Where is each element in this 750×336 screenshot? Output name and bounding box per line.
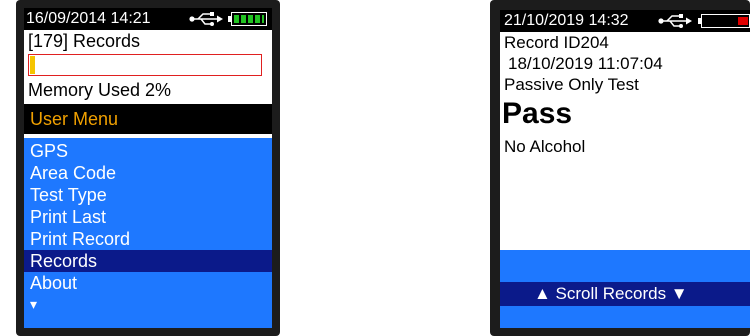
scroll-records-bar[interactable]: ▲ Scroll Records ▼ xyxy=(500,282,750,306)
status-bar: 16/09/2014 14:21 xyxy=(24,8,272,30)
memory-used-label: Memory Used 2% xyxy=(28,80,172,100)
battery-low-icon xyxy=(698,14,750,28)
memory-usage-fill xyxy=(30,56,35,74)
footer-bar: ▲ Scroll Records ▼ xyxy=(500,250,750,328)
record-datetime: 18/10/2019 11:07:04 xyxy=(508,54,663,73)
test-type: Passive Only Test xyxy=(504,75,639,94)
menu-item-records[interactable]: Records xyxy=(24,250,272,272)
user-menu-title: User Menu xyxy=(30,109,119,129)
status-bar: 21/10/2019 14:32 xyxy=(500,10,750,32)
menu-item-about[interactable]: About xyxy=(24,272,272,294)
memory-usage-bar xyxy=(28,54,262,76)
menu-item-print-record[interactable]: Print Record xyxy=(24,228,272,250)
left-device: 16/09/2014 14:21 [179] Records Memory Us… xyxy=(16,0,280,336)
left-screen: 16/09/2014 14:21 [179] Records Memory Us… xyxy=(24,8,272,328)
menu-item-area-code[interactable]: Area Code xyxy=(24,162,272,184)
menu-item-print-last[interactable]: Print Last xyxy=(24,206,272,228)
status-datetime: 16/09/2014 14:21 xyxy=(26,10,151,27)
user-menu-header: User Menu xyxy=(24,104,272,134)
usb-icon xyxy=(189,12,223,26)
right-device: 21/10/2019 14:32 Record ID204 18/10/2019… xyxy=(490,0,750,336)
scroll-records-label[interactable]: ▲ Scroll Records ▼ xyxy=(534,284,688,304)
user-menu-list: GPS Area Code Test Type Print Last Print… xyxy=(24,138,272,328)
battery-full-icon xyxy=(228,12,268,26)
menu-item-test-type[interactable]: Test Type xyxy=(24,184,272,206)
status-datetime: 21/10/2019 14:32 xyxy=(504,12,629,29)
menu-item-gps[interactable]: GPS xyxy=(24,140,272,162)
records-count: [179] Records xyxy=(28,31,141,51)
result-detail: No Alcohol xyxy=(504,137,586,156)
right-screen: 21/10/2019 14:32 Record ID204 18/10/2019… xyxy=(500,10,750,328)
more-items-indicator[interactable]: ▾ xyxy=(24,296,272,318)
usb-icon xyxy=(658,14,692,28)
record-id: Record ID204 xyxy=(504,33,609,52)
result-pass: Pass xyxy=(502,97,573,130)
